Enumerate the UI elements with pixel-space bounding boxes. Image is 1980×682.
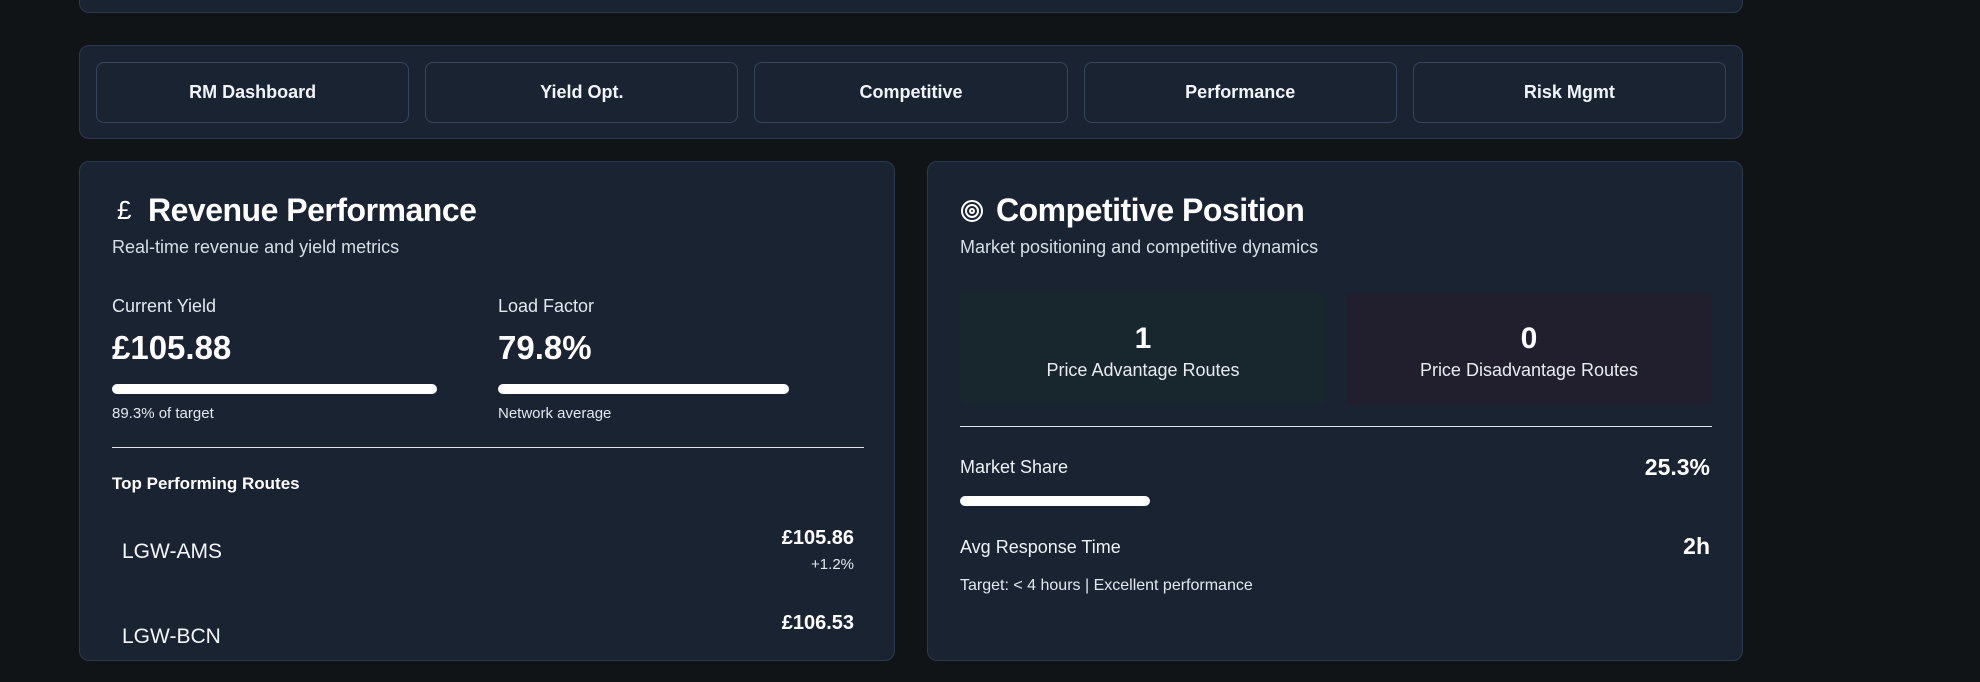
load-factor-note: Network average (498, 405, 612, 422)
price-advantage-box: 1 Price Advantage Routes (960, 293, 1326, 405)
tab-performance[interactable]: Performance (1083, 62, 1397, 123)
load-factor-value: 79.8% (498, 329, 592, 366)
tab-yield-opt[interactable]: Yield Opt. (425, 62, 739, 123)
avg-response-time-value: 2h (1683, 533, 1710, 559)
competitive-card-title: Competitive Position (996, 192, 1305, 228)
price-advantage-label: Price Advantage Routes (1046, 359, 1240, 380)
current-yield-value: £105.88 (112, 329, 232, 366)
price-advantage-count: 1 (1134, 321, 1152, 355)
route-yield: £105.86 (781, 527, 854, 549)
tab-rm-dashboard[interactable]: RM Dashboard (96, 62, 410, 123)
market-share-value: 25.3% (1644, 454, 1710, 480)
tab-competitive[interactable]: Competitive (754, 62, 1068, 123)
market-share-label: Market Share (960, 457, 1069, 477)
price-disadvantage-label: Price Disadvantage Routes (1419, 359, 1639, 380)
response-target-note: Target: < 4 hours | Excellent performanc… (960, 577, 1253, 594)
route-yield: £106.53 (781, 612, 854, 634)
route-name: LGW-AMS (122, 540, 222, 563)
revenue-performance-card: £ Revenue Performance Real-time revenue … (79, 161, 895, 661)
pound-icon: £ (117, 195, 131, 225)
revenue-card-title: Revenue Performance (148, 192, 477, 228)
nav-tabs: RM Dashboard Yield Opt. Competitive Perf… (79, 45, 1743, 139)
load-factor-label: Load Factor (498, 296, 595, 316)
price-disadvantage-box: 0 Price Disadvantage Routes (1346, 293, 1712, 405)
current-yield-label: Current Yield (112, 296, 217, 316)
top-panel (79, 0, 1743, 13)
load-factor-progress-bar (498, 384, 789, 394)
revenue-divider (112, 447, 864, 448)
price-disadvantage-count: 0 (1520, 321, 1538, 355)
avg-response-time-label: Avg Response Time (960, 537, 1121, 557)
route-change: +1.2% (811, 556, 854, 573)
current-yield-progress-bar (112, 384, 437, 394)
competitive-divider (960, 426, 1712, 427)
market-share-progress-bar (960, 496, 1150, 506)
top-routes-title: Top Performing Routes (112, 474, 300, 493)
competitive-card-header: Competitive Position (960, 192, 1305, 229)
competitive-position-card: Competitive Position Market positioning … (927, 161, 1743, 661)
revenue-card-header: £ Revenue Performance (112, 192, 477, 229)
competitive-card-subtitle: Market positioning and competitive dynam… (960, 237, 1319, 257)
tab-risk-mgmt[interactable]: Risk Mgmt (1412, 62, 1727, 123)
revenue-card-subtitle: Real-time revenue and yield metrics (112, 237, 400, 257)
route-row[interactable]: LGW-BCN £106.53 (112, 612, 864, 682)
route-row[interactable]: LGW-AMS £105.86 +1.2% (112, 527, 864, 597)
target-icon (960, 199, 984, 223)
current-yield-note: 89.3% of target (112, 405, 214, 422)
route-name: LGW-BCN (122, 625, 221, 648)
